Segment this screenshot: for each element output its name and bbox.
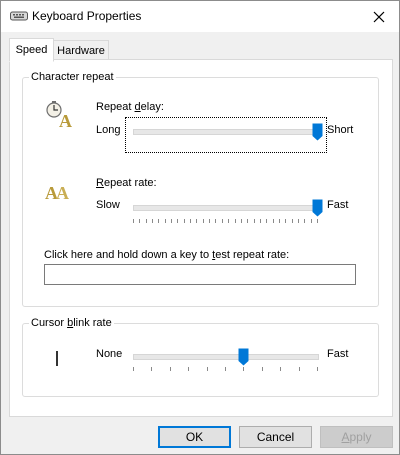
- slider-tick: [188, 367, 189, 371]
- slider-tick: [254, 219, 255, 223]
- title-bar: Keyboard Properties: [1, 1, 399, 32]
- slider-tick: [151, 367, 152, 371]
- test-repeat-label: Click here and hold down a key to test r…: [44, 249, 290, 261]
- slider-tick: [304, 219, 305, 223]
- slider-tick: [207, 367, 208, 371]
- slider-tick: [280, 367, 281, 371]
- character-repeat-label: Character repeat: [29, 71, 116, 83]
- slider-tick: [196, 219, 197, 223]
- slider-tick: [285, 219, 286, 223]
- slider-tick: [262, 367, 263, 371]
- repeat-delay-thumb[interactable]: [312, 123, 323, 141]
- repeat-rate-max-label: Fast: [327, 199, 349, 211]
- apply-button[interactable]: Apply: [320, 426, 393, 448]
- svg-text:A: A: [56, 183, 69, 203]
- slider-tick: [165, 219, 166, 223]
- repeat-rate-min-label: Slow: [96, 199, 120, 211]
- slider-tick: [260, 219, 261, 223]
- test-repeat-input[interactable]: [44, 264, 356, 285]
- repeat-delay-track: [133, 129, 319, 135]
- slider-tick: [139, 219, 140, 223]
- slider-tick: [177, 219, 178, 223]
- tab-speed[interactable]: Speed: [9, 38, 54, 62]
- slider-tick: [273, 219, 274, 223]
- ok-button[interactable]: OK: [158, 426, 231, 448]
- close-icon: [373, 11, 385, 22]
- slider-tick: [152, 219, 153, 223]
- slider-tick: [209, 219, 210, 223]
- slider-tick: [317, 219, 318, 223]
- repeat-rate-track: [133, 205, 319, 211]
- slider-tick: [225, 367, 226, 371]
- repeat-rate-thumb[interactable]: [312, 199, 323, 217]
- slider-tick: [184, 219, 185, 223]
- slider-tick: [146, 219, 147, 223]
- slider-tick: [228, 219, 229, 223]
- slider-tick: [292, 219, 293, 223]
- slider-tick: [241, 219, 242, 223]
- slider-tick: [190, 219, 191, 223]
- cursor-blink-thumb[interactable]: [238, 348, 249, 366]
- cursor-blink-min-label: None: [96, 348, 123, 360]
- keyboard-properties-window: Keyboard Properties Speed Hardware Chara…: [0, 0, 400, 455]
- keyboard-icon: [10, 11, 28, 21]
- text-cursor-icon: [56, 351, 58, 366]
- slider-tick: [266, 219, 267, 223]
- repeat-delay-label: Repeat delay:: [96, 101, 164, 113]
- slider-tick: [133, 367, 134, 371]
- slider-tick: [170, 367, 171, 371]
- cursor-blink-track: [133, 354, 319, 360]
- cursor-blink-max-label: Fast: [327, 348, 349, 360]
- repeat-delay-max-label: Short: [327, 124, 354, 136]
- cursor-blink-ticks: [133, 367, 318, 373]
- slider-tick: [171, 219, 172, 223]
- slider-tick: [235, 219, 236, 223]
- repeat-rate-label: Repeat rate:: [96, 177, 157, 189]
- cancel-button[interactable]: Cancel: [239, 426, 312, 448]
- repeat-delay-min-label: Long: [96, 124, 121, 136]
- slider-tick: [243, 367, 244, 371]
- slider-tick: [203, 219, 204, 223]
- svg-text:A: A: [59, 111, 72, 129]
- slider-tick: [247, 219, 248, 223]
- slider-tick: [311, 219, 312, 223]
- slider-tick: [133, 219, 134, 223]
- repeat-rate-ticks: [133, 219, 318, 225]
- cursor-blink-label: Cursor blink rate: [29, 317, 114, 329]
- repeat-delay-focus-rect: [125, 117, 327, 153]
- slider-tick: [222, 219, 223, 223]
- slider-tick: [158, 219, 159, 223]
- slider-tick: [215, 219, 216, 223]
- close-button[interactable]: [359, 1, 399, 32]
- window-title: Keyboard Properties: [32, 9, 142, 23]
- slider-tick: [279, 219, 280, 223]
- clock-letter-a-icon: A: [46, 101, 72, 129]
- slider-tick: [299, 367, 300, 371]
- double-letter-a-icon: A A: [45, 183, 69, 203]
- slider-tick: [317, 367, 318, 371]
- cursor-blink-group: [22, 323, 379, 397]
- slider-tick: [298, 219, 299, 223]
